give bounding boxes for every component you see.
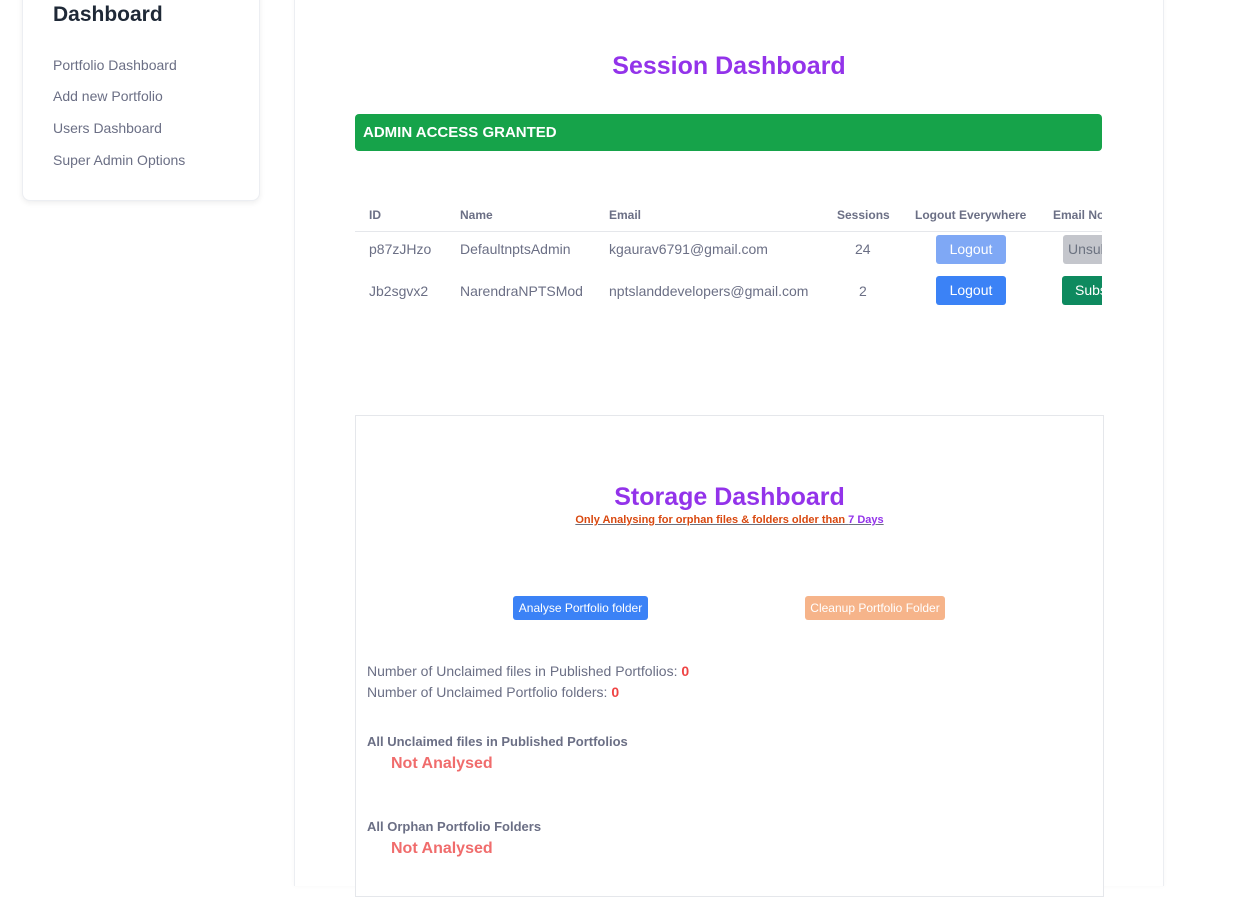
- column-header-logout-everywhere: Logout Everywhere: [915, 208, 1027, 222]
- unclaimed-files-label: Number of Unclaimed files in Published P…: [367, 663, 682, 679]
- unclaimed-folders-label: Number of Unclaimed Portfolio folders:: [367, 684, 612, 700]
- unclaimed-folders-count: Number of Unclaimed Portfolio folders: 0: [367, 684, 619, 700]
- orphan-analysis-note-text: Only Analysing for orphan files & folder…: [575, 514, 849, 526]
- unclaimed-folders-value: 0: [611, 684, 620, 700]
- orphan-analysis-note: Only Analysing for orphan files & folder…: [356, 514, 1103, 526]
- orphan-folders-status: Not Analysed: [391, 840, 493, 857]
- column-header-id: ID: [369, 208, 381, 222]
- column-header-name: Name: [460, 208, 493, 222]
- unclaimed-files-count: Number of Unclaimed files in Published P…: [367, 663, 689, 679]
- subscribe-button[interactable]: Subscribe: [1062, 276, 1102, 305]
- unclaimed-files-status: Not Analysed: [391, 755, 493, 772]
- row-email: kgaurav6791@gmail.com: [609, 241, 768, 257]
- sidebar-item-users-dashboard[interactable]: Users Dashboard: [53, 120, 162, 136]
- table-header-divider: [355, 231, 1102, 232]
- analyse-portfolio-folder-button[interactable]: Analyse Portfolio folder: [513, 596, 648, 620]
- orphan-analysis-days: 7 Days: [848, 514, 884, 526]
- unsubscribe-button[interactable]: Unsubscribe: [1063, 235, 1102, 264]
- row-id: Jb2sgvx2: [369, 283, 429, 299]
- unclaimed-files-value: 0: [681, 663, 690, 679]
- sidebar-item-portfolio-dashboard[interactable]: Portfolio Dashboard: [53, 57, 177, 73]
- storage-dashboard-card: Storage Dashboard Only Analysing for orp…: [355, 415, 1104, 897]
- cleanup-portfolio-folder-button[interactable]: Cleanup Portfolio Folder: [805, 596, 945, 620]
- main-content: Session Dashboard ADMIN ACCESS GRANTED I…: [294, 0, 1164, 897]
- orphan-folders-section-title: All Orphan Portfolio Folders: [367, 819, 542, 834]
- column-header-sessions: Sessions: [837, 208, 890, 222]
- column-header-email-notifications: Email No: [1053, 208, 1102, 222]
- row-name: DefaultnptsAdmin: [460, 241, 571, 257]
- admin-access-banner: ADMIN ACCESS GRANTED: [355, 114, 1102, 151]
- sessions-table: ID Name Email Sessions Logout Everywhere…: [355, 200, 1102, 326]
- column-header-email: Email: [609, 208, 642, 222]
- sidebar-title: Dashboard: [53, 3, 163, 26]
- row-email: nptslanddevelopers@gmail.com: [609, 283, 809, 299]
- logout-button[interactable]: Logout: [936, 276, 1006, 305]
- storage-dashboard-title: Storage Dashboard: [614, 483, 845, 511]
- row-sessions: 24: [855, 241, 871, 257]
- sidebar-item-super-admin-options[interactable]: Super Admin Options: [53, 152, 185, 168]
- sidebar: Dashboard Portfolio Dashboard Add new Po…: [22, 0, 260, 201]
- logout-button[interactable]: Logout: [936, 235, 1006, 264]
- row-sessions: 2: [859, 283, 867, 299]
- row-id: p87zJHzo: [369, 241, 432, 257]
- session-dashboard-title: Session Dashboard: [612, 52, 846, 80]
- row-name: NarendraNPTSMod: [460, 283, 583, 299]
- unclaimed-files-section-title: All Unclaimed files in Published Portfol…: [367, 734, 628, 749]
- sidebar-item-add-new-portfolio[interactable]: Add new Portfolio: [53, 88, 163, 104]
